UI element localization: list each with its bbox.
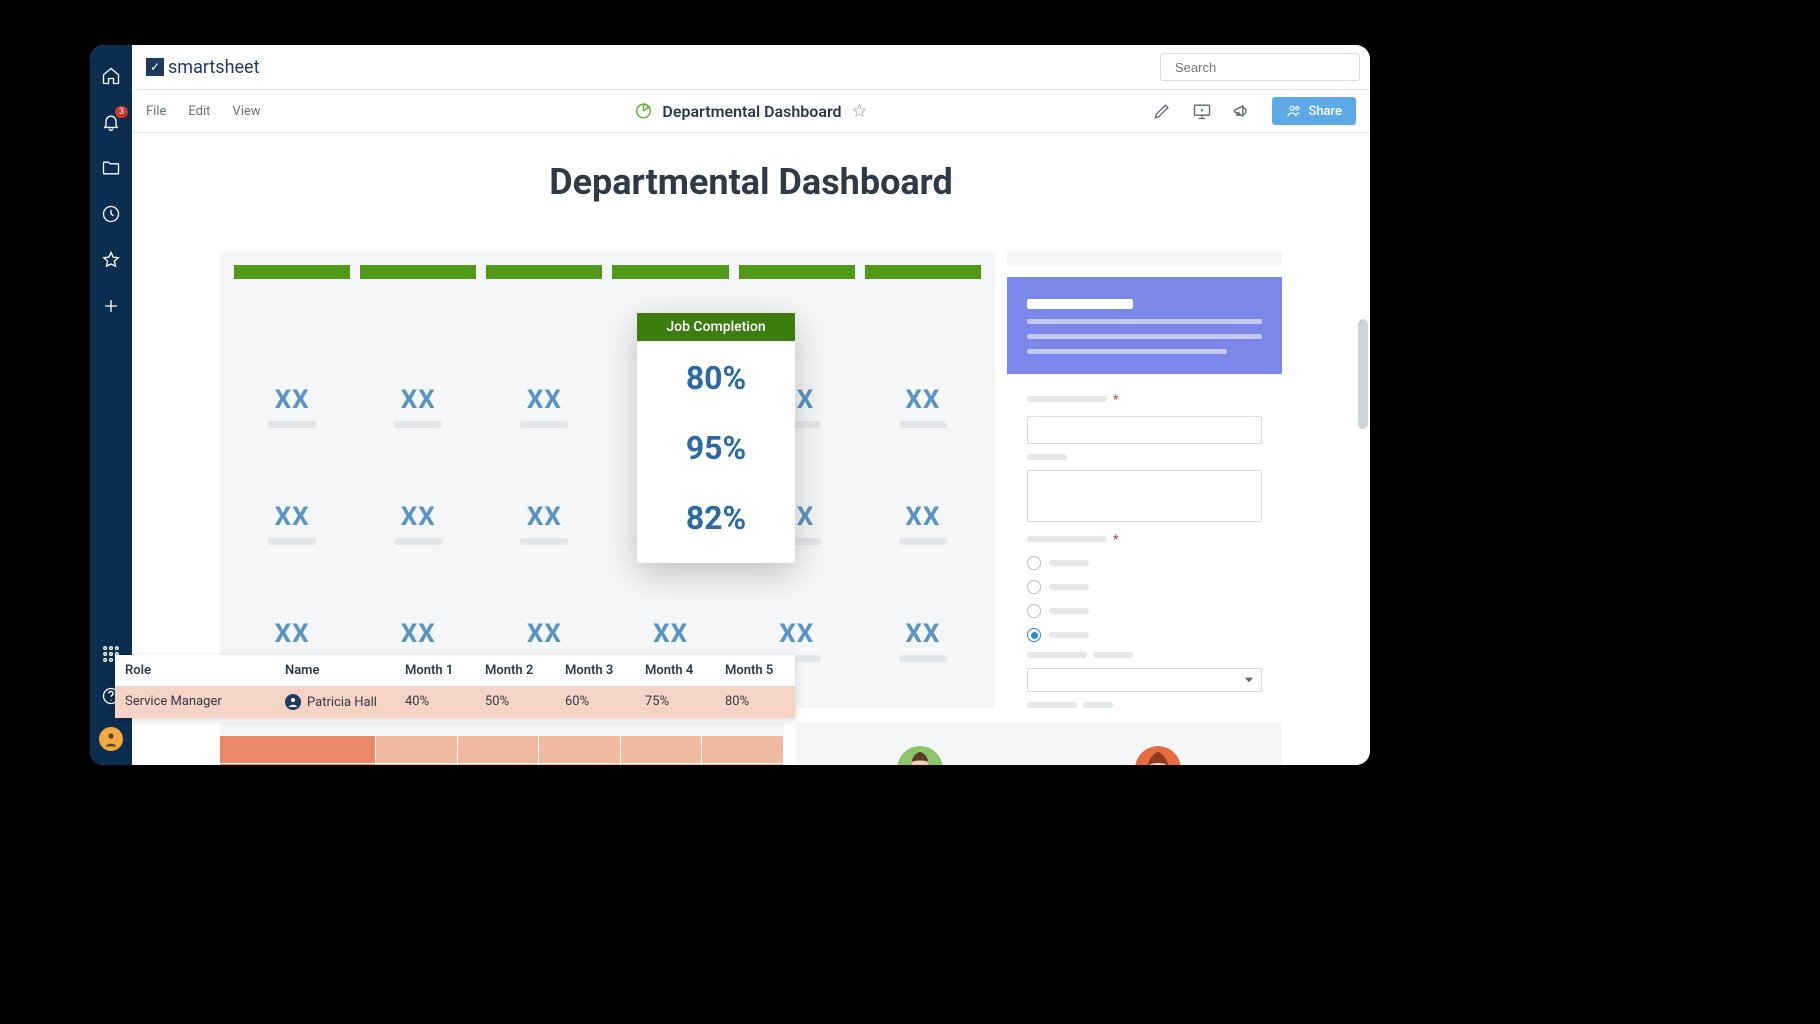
cell-name: Patricia Hall [275, 686, 395, 718]
person-avatar [897, 746, 943, 765]
metric-cell: XX [360, 478, 476, 569]
form-label [1027, 702, 1262, 708]
form-banner [1007, 277, 1282, 374]
home-icon[interactable] [100, 65, 122, 87]
dashboard-icon [634, 102, 652, 120]
cell-month2: 50% [475, 686, 555, 718]
metric-cell: XX [486, 478, 602, 569]
popup-value: 95% [686, 429, 746, 467]
folder-icon[interactable] [100, 157, 122, 179]
metrics-grid: XX XX XX XX XX XX XX XX XX XX XX XX XX X… [220, 251, 995, 708]
metric-col-header [486, 265, 602, 279]
metric-col-header [739, 265, 855, 279]
toolbar: File Edit View Departmental Dashboard Sh… [132, 89, 1370, 133]
form-radio-option[interactable] [1027, 580, 1262, 594]
th-name: Name [275, 655, 395, 686]
form-label: * [1027, 532, 1262, 546]
recent-icon[interactable] [100, 203, 122, 225]
form-label [1027, 652, 1262, 658]
th-month2: Month 2 [475, 655, 555, 686]
sheet-title: Departmental Dashboard [662, 102, 841, 121]
person-card [806, 746, 1034, 765]
form-textarea[interactable] [1027, 470, 1262, 522]
form-select[interactable] [1027, 668, 1262, 692]
popup-value: 80% [686, 359, 746, 397]
metric-cell: XX [486, 361, 602, 452]
topbar: ✓ smartsheet [132, 45, 1370, 89]
page-heading: Departmental Dashboard [132, 161, 1370, 203]
brand-text: smartsheet [168, 57, 259, 78]
share-label: Share [1308, 104, 1342, 119]
user-avatar[interactable] [99, 727, 123, 751]
people-icon [1286, 103, 1302, 119]
form-widget: * * [1007, 251, 1282, 708]
present-icon[interactable] [1192, 101, 1212, 121]
favorite-star-icon[interactable] [852, 103, 868, 119]
th-month1: Month 1 [395, 655, 475, 686]
popup-title: Job Completion [637, 313, 795, 341]
menu-file[interactable]: File [146, 104, 166, 119]
popup-value: 82% [686, 499, 746, 537]
cell-month5: 80% [715, 686, 795, 718]
th-role: Role [115, 655, 275, 686]
cell-month3: 60% [555, 686, 635, 718]
cell-month1: 40% [395, 686, 475, 718]
metric-col-header [612, 265, 728, 279]
metric-cell: XX [360, 361, 476, 452]
heatmap-widget [220, 722, 784, 765]
person-avatar [1135, 746, 1181, 765]
metric-cell: XX [865, 361, 981, 452]
favorites-icon[interactable] [100, 249, 122, 271]
scrollbar[interactable] [1358, 319, 1368, 429]
share-button[interactable]: Share [1272, 97, 1356, 125]
form-radio-option-selected[interactable] [1027, 628, 1262, 642]
metric-col-header [234, 265, 350, 279]
form-radio-option[interactable] [1027, 604, 1262, 618]
metric-col-header [360, 265, 476, 279]
job-completion-popup: Job Completion 80% 95% 82% [637, 313, 795, 563]
edit-icon[interactable] [1152, 101, 1172, 121]
data-row-overlay: Role Name Month 1 Month 2 Month 3 Month … [115, 655, 795, 718]
people-widget [796, 722, 1282, 765]
table-row[interactable]: Service Manager Patricia Hall 40% 50% 60… [115, 686, 795, 718]
form-radio-option[interactable] [1027, 556, 1262, 570]
sheet-title-group: Departmental Dashboard [634, 102, 867, 121]
metric-cell: XX [234, 361, 350, 452]
metric-cell: XX [234, 478, 350, 569]
chevron-down-icon [1245, 676, 1253, 684]
add-icon[interactable] [100, 295, 122, 317]
menu-edit[interactable]: Edit [188, 104, 210, 119]
cell-month4: 75% [635, 686, 715, 718]
megaphone-icon[interactable] [1232, 101, 1252, 121]
brand[interactable]: ✓ smartsheet [146, 57, 259, 78]
metric-cell: XX [865, 478, 981, 569]
widget-placeholder-bar [1007, 251, 1282, 265]
search-input[interactable] [1175, 60, 1351, 75]
table-header: Role Name Month 1 Month 2 Month 3 Month … [115, 655, 795, 686]
search-box[interactable] [1160, 53, 1360, 81]
th-month3: Month 3 [555, 655, 635, 686]
metric-cell: XX [865, 595, 981, 686]
person-mini-avatar [285, 694, 301, 710]
metric-col-header [865, 265, 981, 279]
form-input[interactable] [1027, 416, 1262, 444]
form-label: * [1027, 392, 1262, 406]
cell-role: Service Manager [115, 686, 275, 718]
th-month5: Month 5 [715, 655, 795, 686]
notification-badge: 3 [115, 106, 128, 118]
notification-icon[interactable]: 3 [100, 111, 122, 133]
th-month4: Month 4 [635, 655, 715, 686]
brand-logo-icon: ✓ [146, 58, 164, 76]
person-card [1044, 746, 1272, 765]
menu-view[interactable]: View [232, 104, 260, 119]
form-label [1027, 454, 1262, 460]
